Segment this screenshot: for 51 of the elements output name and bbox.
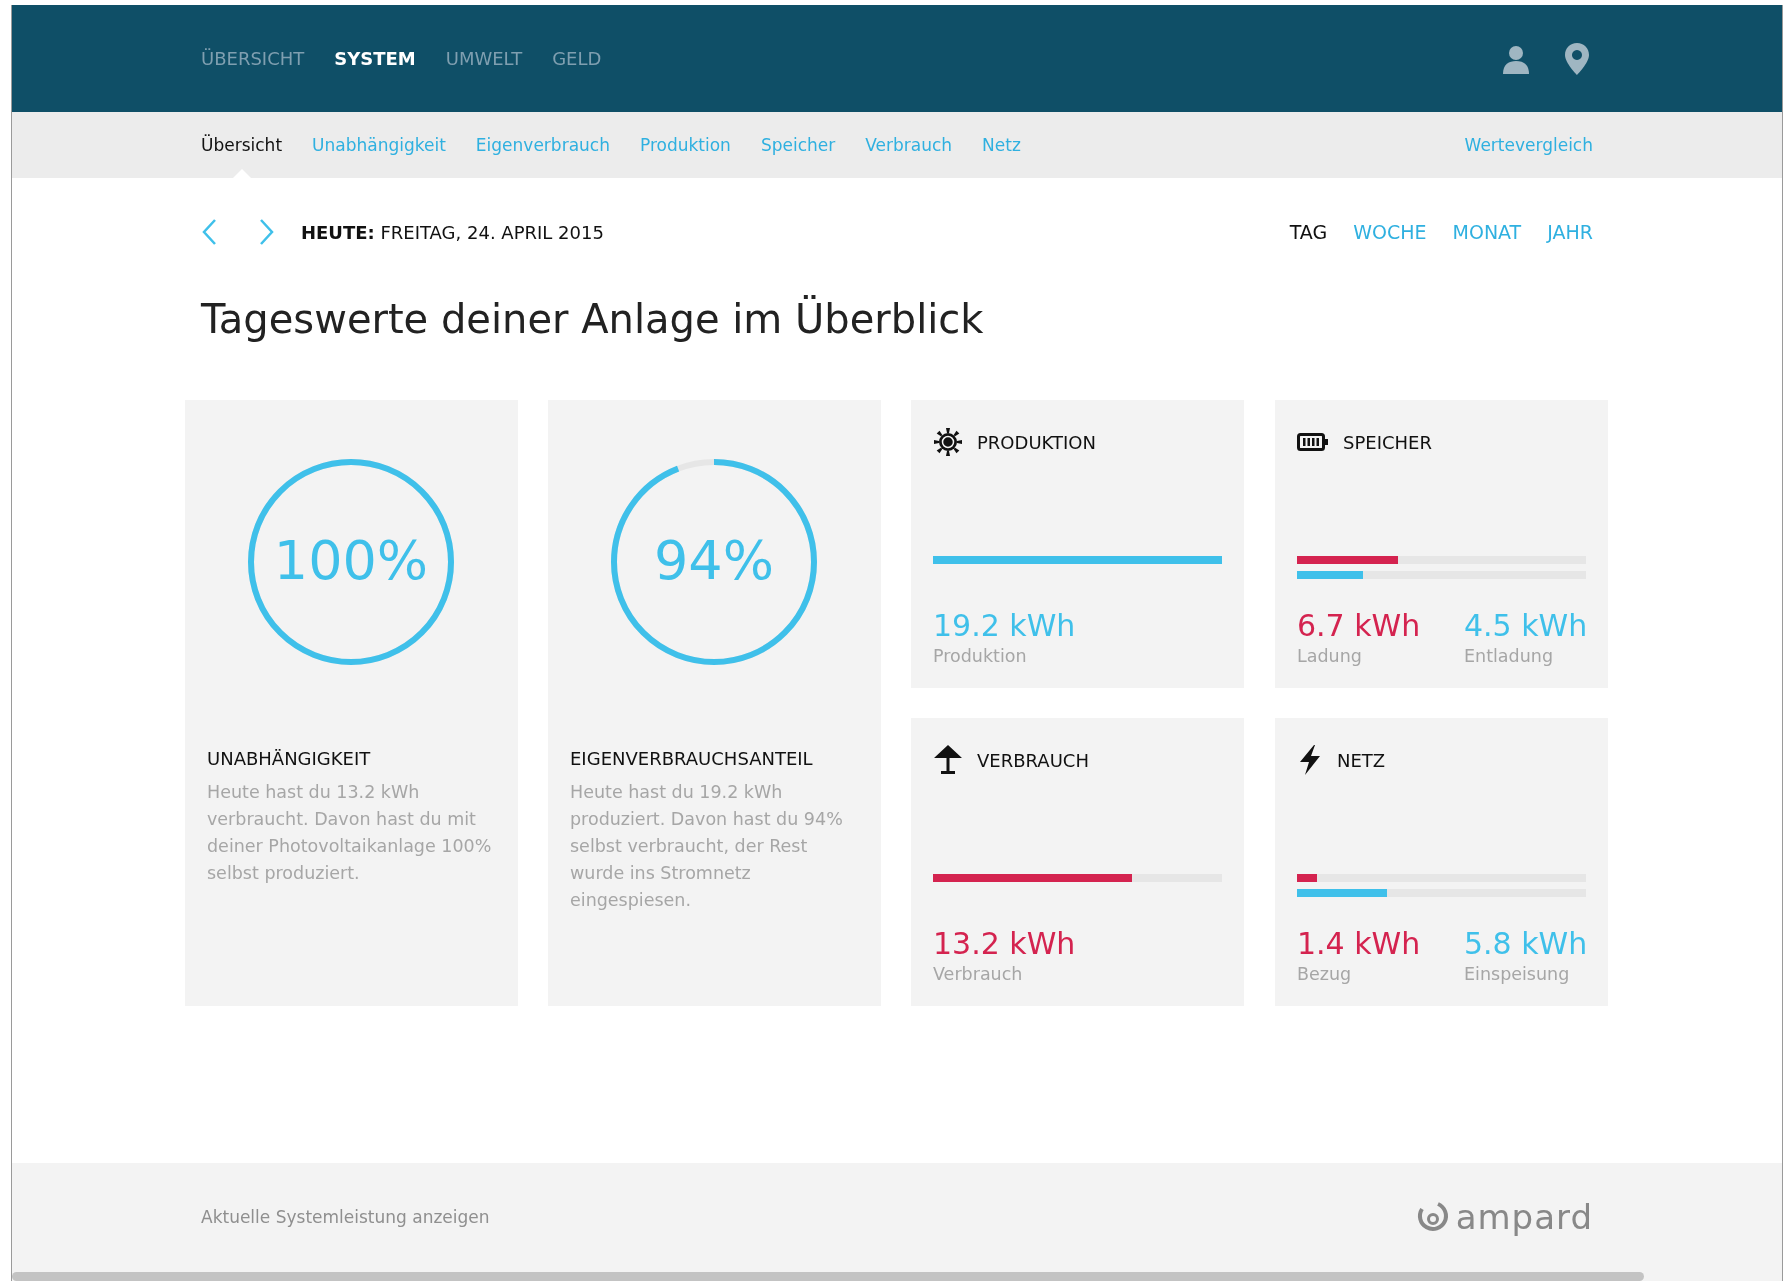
energy-label: Entladung	[1464, 646, 1554, 666]
card-title: VERBRAUCH	[977, 749, 1089, 771]
card-title: UNABHÄNGIGKEIT	[207, 748, 372, 769]
chevron-right-icon	[259, 218, 275, 246]
energy-value: 6.7 kWh	[1297, 607, 1422, 645]
lamp-icon	[933, 744, 963, 776]
logo-wordmark: ampard	[1455, 1197, 1593, 1237]
sub-nav-tab[interactable]: Übersicht	[201, 112, 283, 178]
energy-label: Ladung	[1297, 646, 1363, 666]
period-tab[interactable]: JAHR	[1547, 221, 1593, 243]
sub-nav-tab[interactable]: Produktion	[639, 112, 731, 178]
chevron-left-icon	[201, 218, 217, 246]
energy-value: 1.4 kWh	[1297, 925, 1422, 963]
sub-nav-tab[interactable]: Speicher	[760, 112, 836, 178]
card-title: EIGENVERBRAUCHSANTEIL	[570, 748, 814, 769]
energy-label: Bezug	[1297, 964, 1353, 984]
energy-label: Verbrauch	[933, 964, 1024, 984]
card-title: PRODUKTION	[977, 431, 1096, 453]
card-title: SPEICHER	[1343, 431, 1432, 453]
nav-tab[interactable]: GELD	[552, 48, 602, 69]
percent-value: 94%	[653, 530, 775, 592]
energy-value: 5.8 kWh	[1464, 925, 1589, 963]
card-title: NETZ	[1337, 749, 1386, 771]
lightning-icon	[1297, 744, 1323, 776]
compare-link[interactable]: Wertevergleich	[1464, 135, 1593, 155]
energy-value: 4.5 kWh	[1464, 607, 1589, 645]
energy-value: 13.2 kWh	[933, 925, 1076, 963]
card-description: Heute hast du 19.2 kWh produziert. Davon hast du 94% selbst verbraucht, der Rest wurde ins Stromnetz eingespiesen.	[570, 781, 844, 912]
user-icon[interactable]	[1501, 43, 1531, 74]
nav-tab[interactable]: SYSTEM	[334, 48, 416, 69]
location-pin-icon[interactable]	[1565, 42, 1589, 75]
sub-nav-tab[interactable]: Verbrauch	[865, 112, 953, 178]
nav-tab[interactable]: UMWELT	[445, 48, 523, 69]
sub-nav-tab[interactable]: Eigenverbrauch	[475, 112, 610, 178]
sub-nav-tab[interactable]: Netz	[982, 112, 1021, 178]
period-tab[interactable]: WOCHE	[1353, 221, 1427, 243]
page-heading: Tageswerte deiner Anlage im Überblick	[201, 296, 985, 342]
date-label: HEUTE: FREITAG, 24. APRIL 2015	[301, 221, 604, 243]
period-tab[interactable]: MONAT	[1452, 221, 1522, 243]
scrollbar-thumb[interactable]	[12, 1272, 1644, 1281]
battery-icon	[1297, 432, 1329, 452]
energy-label: Einspeisung	[1464, 964, 1571, 984]
system-power-link[interactable]: Aktuelle Systemleistung anzeigen	[201, 1207, 490, 1227]
sub-nav-tab[interactable]: Unabhängigkeit	[312, 112, 446, 178]
card-description: Heute hast du 13.2 kWh verbraucht. Davon hast du mit deiner Photovoltaikanlage 100% selbst produziert.	[207, 781, 493, 885]
period-tab[interactable]: TAG	[1289, 221, 1328, 243]
sun-icon	[933, 427, 963, 457]
energy-value: 19.2 kWh	[933, 607, 1076, 645]
percent-value: 100%	[272, 530, 430, 592]
nav-tab[interactable]: ÜBERSICHT	[201, 48, 305, 69]
energy-label: Produktion	[933, 646, 1028, 666]
